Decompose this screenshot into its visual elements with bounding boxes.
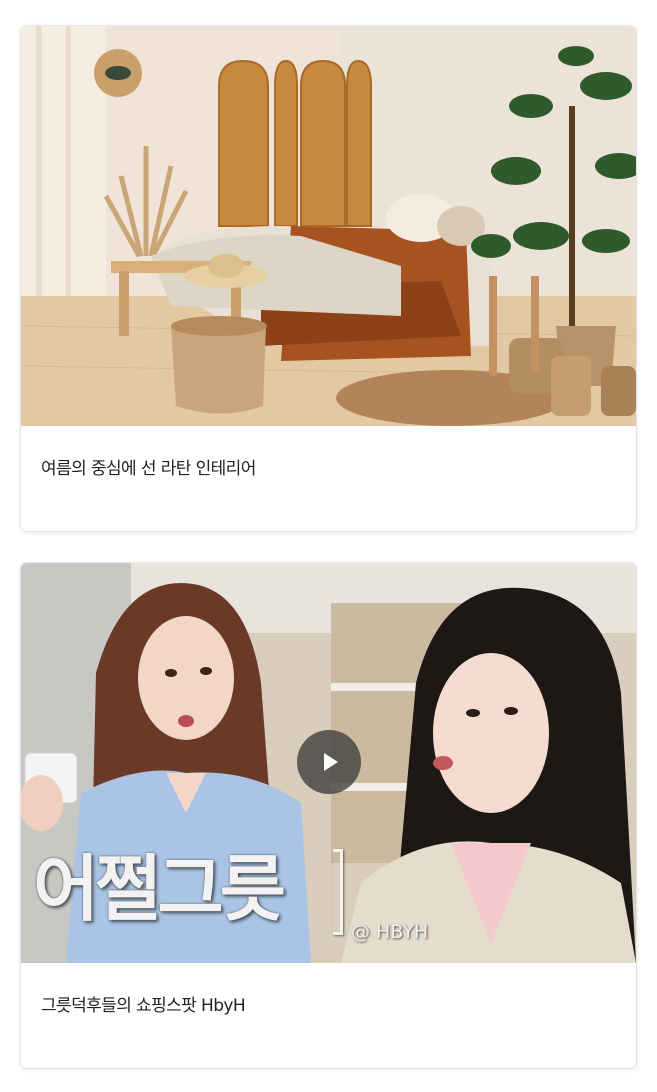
- card-title[interactable]: 여름의 중심에 선 라탄 인테리어: [41, 454, 256, 479]
- video-overlay-handle: @ HBYH: [351, 921, 429, 943]
- article-card-rattan-interior[interactable]: 여름의 중심에 선 라탄 인테리어: [21, 26, 636, 531]
- play-icon: [324, 753, 338, 771]
- bedroom-photo: [21, 26, 636, 426]
- card-title[interactable]: 그릇덕후들의 쇼핑스팟 HbyH: [41, 991, 246, 1016]
- video-overlay-title: 어쩔그릇: [33, 847, 286, 931]
- overlay-bracket-decoration: [333, 849, 343, 935]
- card-video-thumbnail[interactable]: 어쩔그릇 @ HBYH: [21, 563, 636, 963]
- video-card-hbyh[interactable]: 어쩔그릇 @ HBYH 그릇덕후들의 쇼핑스팟 HbyH: [21, 563, 636, 1068]
- play-button[interactable]: [297, 730, 361, 794]
- card-thumbnail-image[interactable]: [21, 26, 636, 426]
